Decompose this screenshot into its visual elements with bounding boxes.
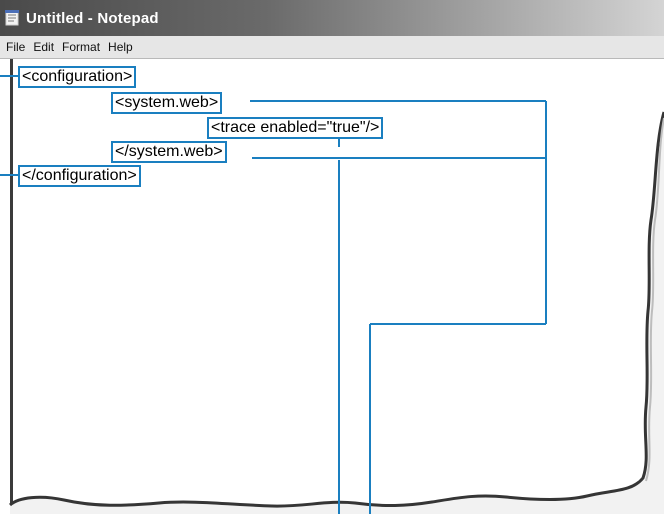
code-line-configuration-close: </configuration>	[18, 165, 141, 187]
code-line-system-web-close: </system.web>	[111, 141, 227, 163]
notepad-window: Untitled - Notepad File Edit Format Help…	[0, 0, 664, 514]
code-line-trace-enabled: <trace enabled="true"/>	[207, 117, 384, 139]
code-line-configuration-open: <configuration>	[18, 66, 137, 88]
code-line-system-web-open: <system.web>	[111, 92, 223, 114]
